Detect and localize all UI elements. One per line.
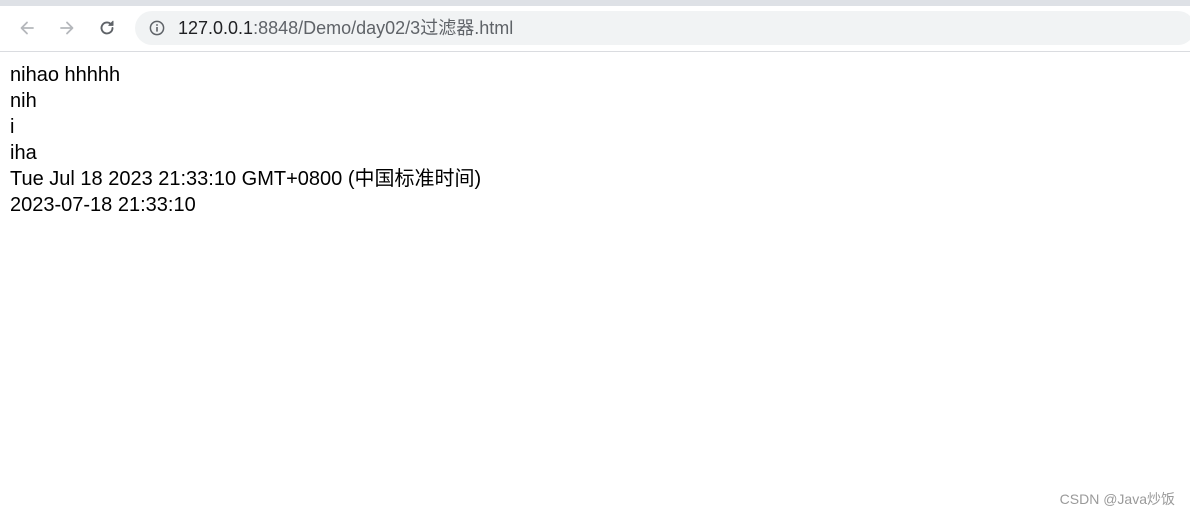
forward-button[interactable] xyxy=(53,14,81,42)
output-line: nihao hhhhh xyxy=(10,64,121,86)
output-line: Tue Jul 18 2023 21:33:10 GMT+0800 (中国标准时… xyxy=(10,168,482,190)
url-host: 127.0.0.1 xyxy=(178,18,254,38)
reload-button[interactable] xyxy=(93,14,121,42)
output-line: iha xyxy=(10,142,37,164)
output-line: nih xyxy=(10,90,37,112)
watermark: CSDN @Java炒饭 xyxy=(1059,491,1175,507)
output-line: 2023-07-18 21:33:10 xyxy=(10,194,196,216)
url-text[interactable]: 127.0.0.1:8848/Demo/day02/3过滤器.html xyxy=(178,18,513,38)
output-line: i xyxy=(10,116,15,138)
arrow-right-icon xyxy=(60,21,74,35)
browser-toolbar: 127.0.0.1:8848/Demo/day02/3过滤器.html xyxy=(0,6,1190,52)
page-content: nihao hhhhh nih i iha Tue Jul 18 2023 21… xyxy=(10,62,481,218)
info-circle-icon[interactable] xyxy=(149,20,165,36)
arrow-left-icon xyxy=(20,21,34,35)
back-button[interactable] xyxy=(13,14,41,42)
url-path: :8848/Demo/day02/3过滤器.html xyxy=(253,18,514,38)
address-bar[interactable]: 127.0.0.1:8848/Demo/day02/3过滤器.html xyxy=(135,11,1190,45)
reload-icon xyxy=(100,20,114,35)
